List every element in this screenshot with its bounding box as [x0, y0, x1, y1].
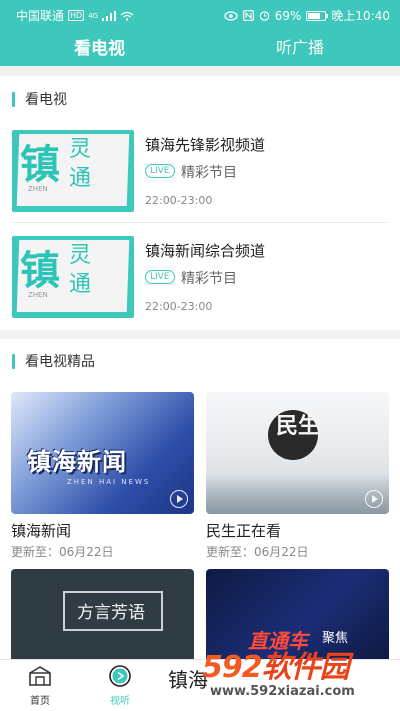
nav-label: 视听	[110, 696, 130, 707]
cover-title: 镇海新闻	[27, 448, 127, 476]
live-badge: LIVE	[145, 270, 175, 284]
channel-name: 镇海先锋影视频道	[145, 136, 266, 154]
status-right: 69% 晚上10:40	[224, 7, 390, 24]
battery-percent: 69%	[274, 8, 302, 23]
section-title: 看电视精品	[25, 354, 95, 370]
thumb-logo-char: 通	[69, 166, 92, 191]
watermark-num: 592	[202, 650, 263, 685]
home-icon	[29, 666, 51, 686]
tv-section: 看电视 镇 灵 通 ZHEN 镇海先锋影视频道 LIVE 精彩节目 22:00-…	[0, 76, 400, 330]
nav-home[interactable]: 首页	[0, 660, 80, 711]
signal-type: 4G	[88, 11, 99, 20]
section-header: 看电视	[12, 89, 67, 109]
thumb-logo-char: 灵	[69, 243, 92, 268]
thumb-logo-char: 灵	[69, 137, 92, 162]
program-updated: 更新至：06月22日	[206, 545, 309, 559]
signal-icon	[102, 10, 117, 21]
program-cover: 镇海新闻 ZHEN HAI NEWS	[11, 392, 194, 514]
channel-item[interactable]: 镇 灵 通 ZHEN 镇海新闻综合频道 LIVE 精彩节目 22:00-23:0…	[12, 236, 388, 326]
section-title: 看电视	[25, 92, 67, 108]
status-left: 中国联通 HD 4G	[16, 7, 134, 24]
program-title: 民生正在看	[206, 522, 282, 540]
thumb-logo-char: 镇	[20, 248, 60, 294]
cover-title: 方言芳语	[77, 603, 145, 623]
app-header: 中国联通 HD 4G 69% 晚上10:40 看电视 听广播	[0, 0, 400, 66]
nav-label: 首页	[30, 696, 50, 707]
watermark: 592软件园 www.592xiazai.com	[196, 642, 400, 711]
play-icon[interactable]	[170, 490, 188, 508]
hd-badge: HD	[68, 10, 85, 21]
program-time: 22:00-23:00	[145, 300, 213, 313]
program-cover: 民生	[206, 392, 389, 514]
program-title: 镇海新闻	[11, 522, 72, 540]
cover-subtitle: ZHEN HAI NEWS	[67, 478, 151, 486]
channel-item[interactable]: 镇 灵 通 ZHEN 镇海先锋影视频道 LIVE 精彩节目 22:00-23:0…	[12, 130, 388, 220]
play-circle-icon	[109, 665, 131, 687]
cover-title: 民生	[276, 414, 321, 439]
clock: 晚上10:40	[331, 9, 390, 23]
channel-name: 镇海新闻综合频道	[145, 242, 266, 260]
section-accent-bar	[12, 91, 15, 107]
channel-thumbnail: 镇 灵 通 ZHEN	[12, 130, 134, 212]
divider	[12, 222, 388, 223]
program-time: 22:00-23:00	[145, 194, 213, 207]
section-header: 看电视精品	[12, 351, 95, 371]
thumb-logo-sub: ZHEN	[28, 291, 48, 299]
thumb-logo-char: 镇	[20, 142, 60, 188]
channel-thumbnail: 镇 灵 通 ZHEN	[12, 236, 134, 318]
featured-section: 看电视精品 镇海新闻 ZHEN HAI NEWS 镇海新闻 更新至：06月22日…	[0, 339, 400, 659]
program-cover: 方言芳语	[11, 569, 194, 659]
battery-icon	[306, 10, 329, 21]
carrier-label: 中国联通	[16, 9, 65, 23]
top-tabs: 看电视 听广播	[0, 30, 400, 64]
program-updated: 更新至：06月22日	[11, 545, 114, 559]
nav-media[interactable]: 视听	[80, 660, 160, 711]
play-icon[interactable]	[365, 490, 383, 508]
status-bar: 中国联通 HD 4G 69% 晚上10:40	[0, 0, 400, 28]
thumb-logo-char: 通	[69, 272, 92, 297]
program-name: 精彩节目	[181, 271, 237, 287]
nfc-icon	[242, 10, 254, 21]
section-accent-bar	[12, 353, 15, 369]
alarm-icon	[259, 11, 270, 21]
wifi-icon	[120, 11, 134, 21]
eye-icon	[224, 10, 238, 21]
thumb-logo-sub: ZHEN	[28, 185, 48, 193]
live-badge: LIVE	[145, 164, 175, 178]
tab-watch-tv[interactable]: 看电视	[74, 34, 125, 59]
program-name: 精彩节目	[181, 165, 237, 181]
watermark-brand: 592软件园	[202, 642, 350, 686]
watermark-url: www.592xiazai.com	[210, 684, 355, 699]
mountain-art	[206, 474, 389, 514]
watermark-cn: 软件园	[261, 650, 350, 685]
tab-listen-radio[interactable]: 听广播	[276, 34, 324, 58]
